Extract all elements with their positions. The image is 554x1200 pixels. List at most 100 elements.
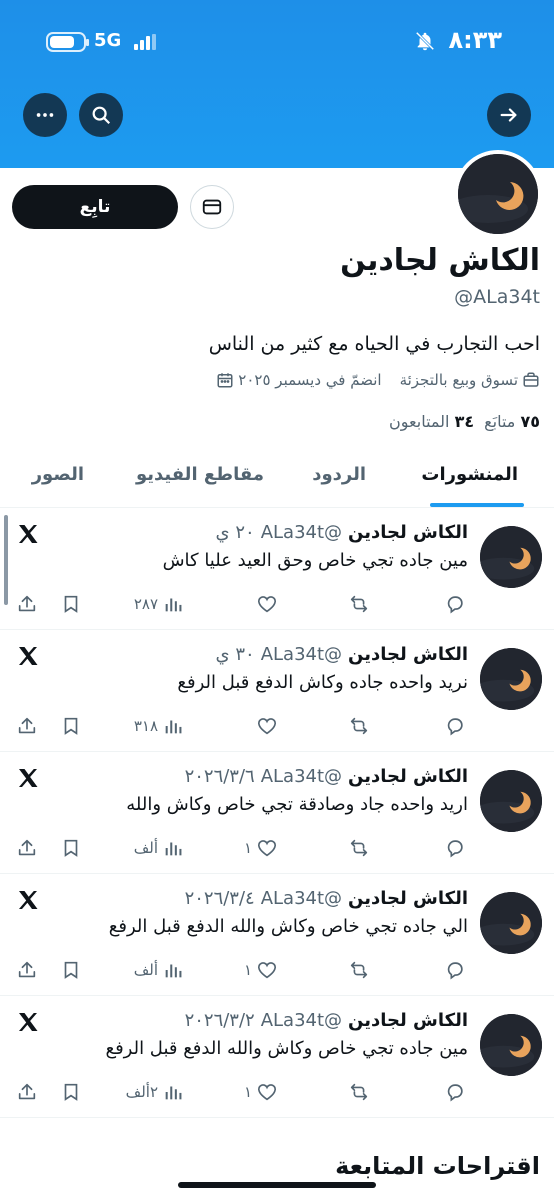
status-time: ٨:٣٣ [448, 26, 502, 54]
following-link[interactable]: ٧٥ متابَع [484, 412, 540, 431]
crescent-moon-image [480, 892, 542, 954]
share-icon [18, 1083, 36, 1100]
search-icon [92, 106, 111, 125]
post-date[interactable]: ٢٠ ي [216, 522, 255, 543]
like-button[interactable]: ١ [244, 1078, 278, 1106]
post-author-handle[interactable]: @ALa34t [261, 766, 342, 787]
post-author-handle[interactable]: @ALa34t [261, 888, 342, 909]
share-button[interactable] [16, 956, 38, 984]
share-button[interactable] [16, 834, 38, 862]
share-button[interactable] [16, 712, 38, 740]
like-button[interactable] [252, 590, 278, 618]
search-button[interactable] [79, 93, 123, 137]
post-avatar[interactable] [480, 1014, 542, 1076]
reply-icon [447, 1084, 463, 1102]
tab-replies[interactable]: الردود [312, 464, 366, 485]
back-button[interactable] [487, 93, 531, 137]
profile-handle: @ALa34t [454, 286, 540, 308]
bookmark-icon [64, 839, 78, 857]
profile-joined: انضمّ في ديسمبر ٢٠٢٥ [238, 371, 382, 389]
profile-banner: 5G ٨:٣٣ [0, 0, 554, 168]
post[interactable]: الكاش لجادين @ALa34t ٢٠ ي مين جاده تجي خ… [0, 508, 554, 630]
post-date[interactable]: ٢٠٢٦/٣/٢ [185, 1010, 255, 1031]
profile-name: الكاش لجادين [340, 243, 540, 278]
views-count: ٣١٨ [133, 717, 158, 735]
views-button[interactable]: ألف [134, 834, 184, 862]
reply-button[interactable] [444, 1078, 466, 1106]
post-author-name[interactable]: الكاش لجادين [348, 644, 468, 665]
post-author-name[interactable]: الكاش لجادين [348, 766, 468, 787]
views-button[interactable]: ٢ألف [126, 1078, 184, 1106]
tab-videos[interactable]: مقاطع الفيديو [136, 464, 264, 485]
post-avatar[interactable] [480, 770, 542, 832]
bookmark-button[interactable] [60, 590, 82, 618]
like-button[interactable] [252, 712, 278, 740]
post-author-name[interactable]: الكاش لجادين [348, 1010, 468, 1031]
post-author-handle[interactable]: @ALa34t [261, 644, 342, 665]
reply-button[interactable] [444, 712, 466, 740]
post-avatar[interactable] [480, 648, 542, 710]
views-count: ألف [133, 839, 158, 857]
repost-button[interactable] [348, 712, 370, 740]
bookmark-icon [64, 717, 78, 735]
message-button[interactable] [190, 185, 234, 229]
post-avatar[interactable] [480, 526, 542, 588]
reply-button[interactable] [444, 956, 466, 984]
views-icon [165, 842, 182, 856]
post-author-handle[interactable]: @ALa34t [261, 1010, 342, 1031]
share-button[interactable] [16, 590, 38, 618]
reply-icon [447, 718, 463, 736]
post-date[interactable]: ٣٠ ي [216, 644, 255, 665]
repost-button[interactable] [348, 590, 370, 618]
bookmark-button[interactable] [60, 834, 82, 862]
bookmark-button[interactable] [60, 712, 82, 740]
tab-posts[interactable]: المنشورات [421, 464, 518, 485]
repost-button[interactable] [348, 834, 370, 862]
like-button[interactable]: ١ [244, 956, 278, 984]
post-date[interactable]: ٢٠٢٦/٣/٦ [185, 766, 255, 787]
more-button[interactable] [23, 93, 67, 137]
reply-icon [447, 596, 463, 614]
views-button[interactable]: ألف [134, 956, 184, 984]
arrow-right-icon [500, 108, 517, 122]
bookmark-button[interactable] [60, 1078, 82, 1106]
battery-icon [46, 32, 89, 52]
post[interactable]: الكاش لجادين @ALa34t ٣٠ ي نريد واحده جاد… [0, 630, 554, 752]
heart-icon [257, 718, 277, 735]
views-button[interactable]: ٣١٨ [134, 712, 184, 740]
reply-button[interactable] [444, 834, 466, 862]
views-count: ألف [133, 961, 158, 979]
following-count: ٧٥ [520, 412, 540, 431]
post[interactable]: الكاش لجادين @ALa34t ٢٠٢٦/٣/٢ مين جاده ت… [0, 996, 554, 1118]
views-button[interactable]: ٢٨٧ [134, 590, 184, 618]
post-author-name[interactable]: الكاش لجادين [348, 522, 468, 543]
x-logo-icon [19, 891, 38, 909]
views-count: ٢٨٧ [133, 595, 158, 613]
share-button[interactable] [16, 1078, 38, 1106]
followers-link[interactable]: ٣٤ المتابعون [389, 412, 474, 431]
post-header: الكاش لجادين @ALa34t ٢٠ ي [216, 522, 468, 543]
profile-category[interactable]: تسوق وبيع بالتجزئة [400, 371, 518, 389]
bookmark-button[interactable] [60, 956, 82, 984]
post-author-name[interactable]: الكاش لجادين [348, 888, 468, 909]
repost-button[interactable] [348, 956, 370, 984]
post-date[interactable]: ٢٠٢٦/٣/٤ [185, 888, 255, 909]
profile-avatar[interactable] [454, 150, 542, 238]
follow-button[interactable]: تابِع [12, 185, 178, 229]
post-author-handle[interactable]: @ALa34t [261, 522, 342, 543]
tab-photos[interactable]: الصور [32, 464, 84, 485]
scrollbar[interactable] [4, 515, 8, 605]
views-icon [165, 720, 182, 734]
post[interactable]: الكاش لجادين @ALa34t ٢٠٢٦/٣/٦ اريد واحده… [0, 752, 554, 874]
heart-icon [257, 1084, 277, 1101]
calendar-icon [216, 371, 234, 389]
reply-button[interactable] [444, 590, 466, 618]
post-avatar[interactable] [480, 892, 542, 954]
post-actions: ١ ٢ألف [0, 1078, 554, 1106]
post[interactable]: الكاش لجادين @ALa34t ٢٠٢٦/٣/٤ الي جاده ت… [0, 874, 554, 996]
share-icon [18, 961, 36, 978]
heart-icon [257, 962, 277, 979]
like-button[interactable]: ١ [244, 834, 278, 862]
repost-button[interactable] [348, 1078, 370, 1106]
home-indicator[interactable] [178, 1182, 376, 1188]
